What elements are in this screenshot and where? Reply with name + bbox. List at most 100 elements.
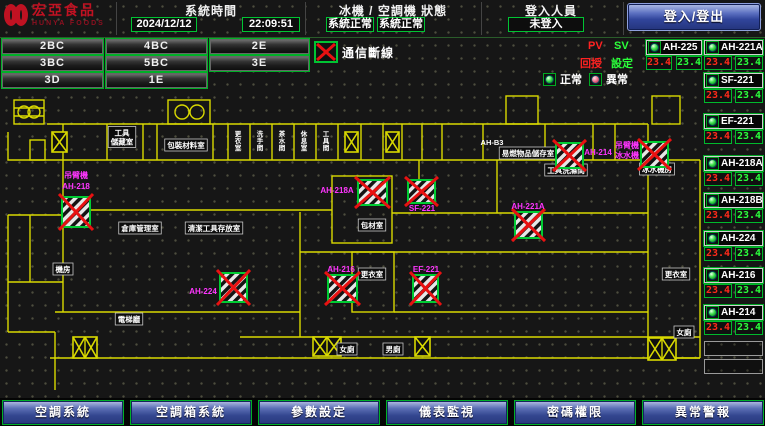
svg-text:茶水間: 茶水間 xyxy=(278,129,286,152)
system-date-value: 2024/12/12 xyxy=(131,17,197,32)
unit-pv-value: 23.4 xyxy=(704,284,732,298)
unit-status-led-icon xyxy=(706,41,719,54)
svg-text:易燃物品儲存室: 易燃物品儲存室 xyxy=(502,148,555,158)
unit-name: AH-225 xyxy=(663,42,697,53)
login-state-value: 未登入 xyxy=(508,17,584,32)
equipment-icon[interactable]: AH-218A xyxy=(320,177,390,208)
pv-header: PV xyxy=(588,40,603,52)
floorplan-svg: 工具儲藏室包裝材料室更衣室洗手間茶水間休息室工具間AH-B3易燃物品儲存室工具洗… xyxy=(0,88,705,400)
equipment-tag-label: AH-224 xyxy=(189,287,217,296)
room-label: 女廁 xyxy=(674,326,694,338)
equipment-icon[interactable]: AH-214 xyxy=(553,140,612,171)
equipment-tag-label: 吊臂機 xyxy=(615,140,639,150)
equipment-tag-label: AH-214 xyxy=(584,148,612,157)
nav-ac-system-button[interactable]: 空調系統 xyxy=(3,401,123,424)
floor-button-2e[interactable]: 2E xyxy=(210,39,309,54)
equipment-tag-label: EF-221 xyxy=(413,265,440,274)
nav-alarm-button[interactable]: 異常警報 xyxy=(643,401,763,424)
unit-tag-sf-221[interactable]: SF-221 xyxy=(704,73,763,88)
svg-text:洗手間: 洗手間 xyxy=(257,129,264,152)
svg-text:工具: 工具 xyxy=(115,129,130,138)
equipment-icon[interactable]: EF-221 xyxy=(410,265,441,305)
unit-tag-ah-225[interactable]: AH-225 xyxy=(646,40,702,55)
header-divider xyxy=(115,2,117,35)
unit-sv-value: 23.4 xyxy=(735,284,763,298)
unit-tag-ah-218b[interactable]: AH-218B xyxy=(704,193,763,208)
normal-label: 正常 xyxy=(560,71,582,87)
unit-pv-value: 23.4 xyxy=(646,56,672,70)
abnormal-label: 異常 xyxy=(606,71,628,87)
equipment-tag-label: SF-221 xyxy=(409,204,436,213)
normal-legend: 正常 xyxy=(543,71,582,87)
unit-name: AH-216 xyxy=(721,270,755,281)
room-label: 工具間 xyxy=(323,130,330,152)
login-logout-button[interactable]: 登入/登出 xyxy=(628,4,760,30)
floor-button-3bc[interactable]: 3BC xyxy=(2,56,103,71)
stair-icon xyxy=(648,338,676,360)
room-label: 男廁 xyxy=(383,343,403,355)
floor-button-4bc[interactable]: 4BC xyxy=(106,39,207,54)
unit-pv-value: 23.4 xyxy=(704,89,732,103)
room-label: 茶水間 xyxy=(278,129,286,152)
nav-password-auth-button[interactable]: 密碼權限 xyxy=(515,401,635,424)
unit-tag-ef-221[interactable]: EF-221 xyxy=(704,114,763,129)
equipment-icon[interactable]: AH-221A xyxy=(511,202,545,241)
unit-pv-value: 23.4 xyxy=(704,56,732,70)
unit-name: AH-221A xyxy=(721,42,763,53)
equipment-tag-label: AH-216 xyxy=(327,265,355,274)
unit-pv-value: 23.4 xyxy=(704,172,732,186)
logo-mark-icon xyxy=(14,4,28,26)
unit-sv-value: 23.4 xyxy=(735,56,763,70)
equipment-icon[interactable]: AH-216 xyxy=(325,265,360,305)
equipment-tag-label: 吊臂機 xyxy=(64,170,88,180)
stair-icon xyxy=(345,132,358,152)
unit-pv-value: 23.4 xyxy=(704,209,732,223)
unit-tag-ah-224[interactable]: AH-224 xyxy=(704,231,763,246)
unit-pv-value: 23.4 xyxy=(704,247,732,261)
svg-text:清潔工具存放室: 清潔工具存放室 xyxy=(188,223,241,233)
sv-header: SV xyxy=(614,40,629,52)
svg-text:包裝材料室: 包裝材料室 xyxy=(166,140,205,150)
equipment-icon[interactable]: 吊臂機AH-218 xyxy=(59,170,93,230)
floor-button-3e[interactable]: 3E xyxy=(210,56,309,71)
unit-status-led-icon xyxy=(706,115,719,128)
svg-text:更衣室: 更衣室 xyxy=(235,130,242,152)
unit-sv-value: 23.4 xyxy=(676,56,702,70)
stair-icon xyxy=(386,132,399,152)
floor-button-2bc[interactable]: 2BC xyxy=(2,39,103,54)
chiller-status-value: 系統正常 xyxy=(326,17,374,32)
unit-tag-ah-214[interactable]: AH-214 xyxy=(704,305,763,320)
unit-name: EF-221 xyxy=(721,116,754,127)
unit-sv-value: 23.4 xyxy=(735,247,763,261)
stair-icon xyxy=(52,132,67,152)
unit-tag-ah-221a[interactable]: AH-221A xyxy=(704,40,763,55)
equipment-icon[interactable]: SF-221 xyxy=(405,177,438,213)
svg-text:機房: 機房 xyxy=(56,264,71,274)
unit-pv-value: 23.4 xyxy=(704,321,732,335)
nav-meter-monitor-button[interactable]: 儀表監視 xyxy=(387,401,507,424)
equipment-tag-label: 冰水機 xyxy=(615,150,639,160)
svg-text:AH-B3: AH-B3 xyxy=(481,138,504,147)
nav-ahu-system-button[interactable]: 空調箱系統 xyxy=(131,401,251,424)
svg-text:更衣室: 更衣室 xyxy=(665,269,688,279)
stair-icon xyxy=(73,337,97,358)
equipment-icon[interactable]: AH-224 xyxy=(189,270,250,305)
unit-tag-ah-218a[interactable]: AH-218A xyxy=(704,156,763,171)
svg-text:儲藏室: 儲藏室 xyxy=(111,137,134,147)
floor-button-1e[interactable]: 1E xyxy=(106,73,207,88)
room-label: 休息室 xyxy=(300,129,308,152)
floor-button-3d[interactable]: 3D xyxy=(2,73,103,88)
stair-icon xyxy=(415,337,430,356)
floor-button-5bc[interactable]: 5BC xyxy=(106,56,207,71)
unit-tag-ah-216[interactable]: AH-216 xyxy=(704,268,763,283)
system-time-value: 22:09:51 xyxy=(242,17,300,32)
room-label: 更衣室 xyxy=(358,268,386,280)
unit-name: AH-218A xyxy=(721,158,763,169)
unit-name: AH-218B xyxy=(721,195,763,206)
equipment-icon[interactable]: 吊臂機冰水機 xyxy=(615,139,671,170)
unit-status-led-icon xyxy=(648,41,661,54)
room-label: 清潔工具存放室 xyxy=(185,222,243,234)
nav-param-settings-button[interactable]: 參數設定 xyxy=(259,401,379,424)
comm-loss-icon xyxy=(314,41,338,63)
svg-text:工具間: 工具間 xyxy=(323,130,330,152)
